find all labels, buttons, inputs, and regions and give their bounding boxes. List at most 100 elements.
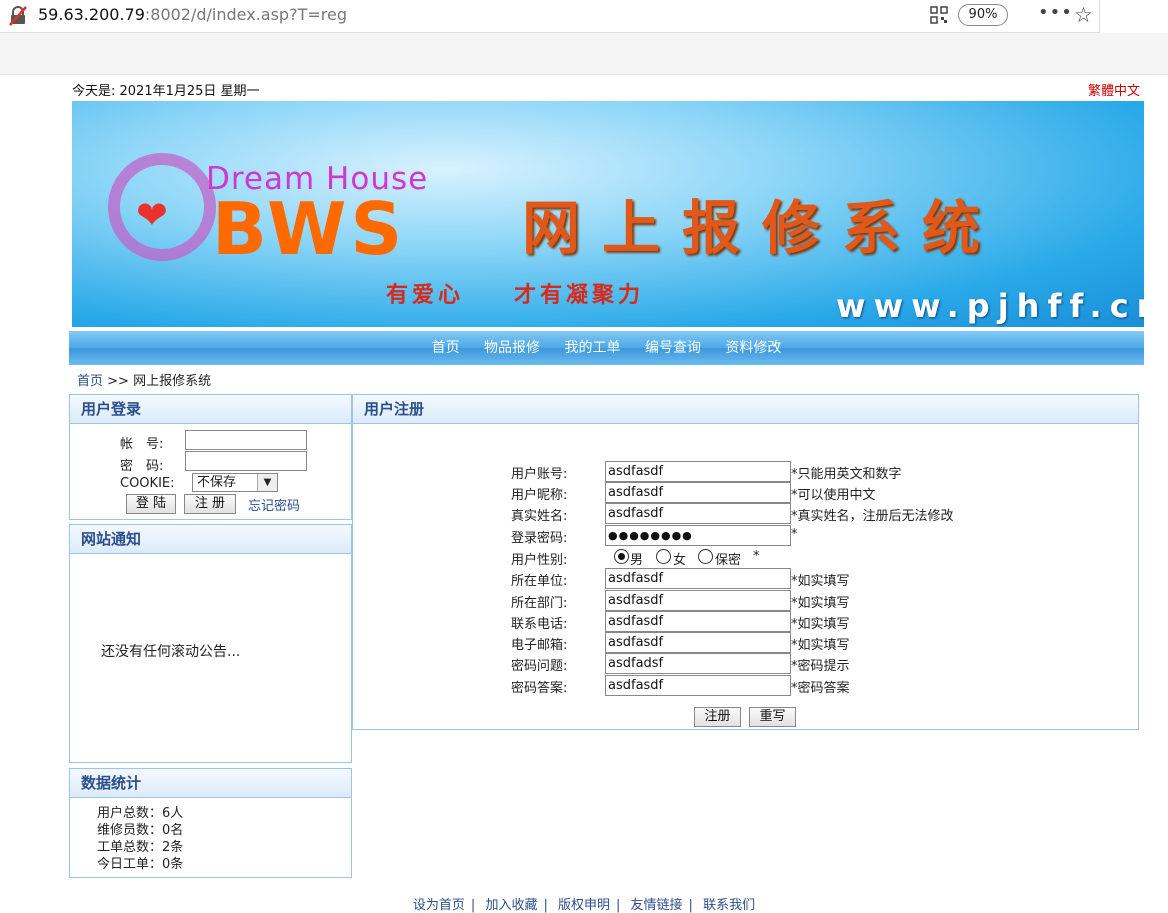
reg-row-unit: 所在单位: asdfasdf *如实填写 — [511, 568, 1111, 589]
account-field[interactable]: asdfasdf — [605, 461, 791, 482]
gender-required-mark: * — [753, 549, 760, 564]
footer-links: 设为首页 | 加入收藏 | 版权申明 | 友情链接 | 联系我们 — [0, 894, 1168, 913]
reg-label: 真实姓名: — [511, 509, 568, 524]
password-field[interactable]: ●●●●●●●● — [605, 525, 791, 546]
banner-title: 网上报修系统 — [522, 194, 1003, 262]
reg-hint: *如实填写 — [791, 596, 850, 611]
footer-separator: | — [688, 898, 693, 913]
reg-label: 用户昵称: — [511, 488, 568, 503]
reg-hint: * — [791, 527, 798, 542]
reg-row-phone: 联系电话: asdfasdf *如实填写 — [511, 611, 1111, 632]
reg-label: 登录密码: — [511, 531, 568, 546]
reg-row-realname: 真实姓名: asdfasdf *真实姓名，注册后无法修改 — [511, 503, 1111, 524]
forgot-password-link[interactable]: 忘记密码 — [248, 495, 300, 514]
more-menu-icon[interactable]: ••• — [1038, 2, 1073, 23]
footer-friend-links[interactable]: 友情链接 — [631, 898, 683, 913]
breadcrumb-home[interactable]: 首页 — [77, 374, 103, 389]
heart-logo-icon: ❤ — [136, 193, 168, 237]
browser-toolbar-strip — [0, 33, 1168, 75]
email-field[interactable]: asdfasdf — [605, 632, 791, 653]
footer-set-homepage[interactable]: 设为首页 — [413, 898, 465, 913]
reg-hint: *如实填写 — [791, 574, 850, 589]
gender-male-label: 男 — [630, 553, 644, 568]
stat-today-tickets: 今日工单：0条 — [97, 857, 184, 872]
zoom-level-badge[interactable]: 90% — [958, 4, 1008, 26]
footer-separator: | — [543, 898, 548, 913]
reg-label: 所在部门: — [511, 596, 568, 611]
nav-home[interactable]: 首页 — [432, 340, 460, 356]
qr-code-icon[interactable] — [930, 6, 948, 24]
footer-contact[interactable]: 联系我们 — [703, 898, 755, 913]
gender-radio-secret[interactable] — [698, 549, 713, 564]
stat-repairers: 维修员数：0名 — [97, 823, 184, 838]
department-field[interactable]: asdfasdf — [605, 590, 791, 611]
reg-row-question: 密码问题: asdfadsf *密码提示 — [511, 653, 1111, 674]
bookmark-star-icon[interactable]: ☆ — [1074, 3, 1093, 27]
breadcrumb-current: 网上报修系统 — [133, 374, 212, 389]
reset-button[interactable]: 重写 — [749, 707, 796, 727]
reg-label: 用户账号: — [511, 467, 568, 482]
nav-number-search[interactable]: 编号查询 — [645, 340, 701, 356]
reg-hint: *密码答案 — [791, 681, 850, 696]
password-input[interactable] — [185, 451, 307, 471]
cookie-select-value: 不保存 — [197, 475, 237, 490]
stats-list: 用户总数：6人 维修员数：0名 工单总数：2条 今日工单：0条 — [97, 805, 183, 873]
reg-hint: *密码提示 — [791, 659, 850, 674]
nickname-field[interactable]: asdfasdf — [605, 482, 791, 503]
reg-hint: *只能用英文和数字 — [791, 467, 902, 482]
reg-hint: *如实填写 — [791, 638, 850, 653]
login-panel: 用户登录 帐 号: 密 码: COOKIE: 不保存 ▼ 登 陆 注 册 忘记密… — [69, 394, 352, 520]
reg-row-password: 登录密码: ●●●●●●●● * — [511, 525, 1111, 546]
main-nav: 首页 物品报修 我的工单 编号查询 资料修改 — [69, 331, 1144, 365]
gender-label: 用户性别: — [511, 553, 568, 568]
breadcrumb: 首页 >> 网上报修系统 — [77, 370, 211, 389]
reg-row-answer: 密码答案: asdfasdf *密码答案 — [511, 675, 1111, 696]
reg-row-account: 用户账号: asdfasdf *只能用英文和数字 — [511, 461, 1111, 482]
notice-text: 还没有任何滚动公告... — [101, 644, 241, 660]
answer-field[interactable]: asdfasdf — [605, 675, 791, 696]
gender-secret-label: 保密 — [715, 553, 742, 568]
submit-register-button[interactable]: 注册 — [694, 707, 741, 727]
reg-label: 密码问题: — [511, 659, 568, 674]
cookie-label: COOKIE: — [120, 476, 175, 491]
brand-bws: BWS — [212, 187, 407, 271]
register-button[interactable]: 注 册 — [184, 494, 236, 514]
traditional-chinese-link[interactable]: 繁體中文 — [1088, 80, 1140, 99]
gender-female-label: 女 — [673, 553, 687, 568]
banner-slogan-left: 有爱心 — [386, 283, 465, 308]
question-field[interactable]: asdfadsf — [605, 653, 791, 674]
notice-panel-title: 网站通知 — [70, 525, 351, 554]
login-panel-title: 用户登录 — [70, 395, 351, 424]
register-panel: 用户注册 用户账号: asdfasdf *只能用英文和数字 用户昵称: asdf… — [352, 394, 1139, 730]
cookie-select[interactable]: 不保存 ▼ — [192, 473, 278, 492]
account-input[interactable] — [185, 430, 307, 450]
gender-radio-female[interactable] — [656, 549, 671, 564]
register-panel-title: 用户注册 — [353, 395, 1138, 424]
login-button[interactable]: 登 陆 — [126, 494, 176, 514]
footer-add-favorite[interactable]: 加入收藏 — [485, 898, 537, 913]
nav-my-tickets[interactable]: 我的工单 — [565, 340, 621, 356]
stat-total-users: 用户总数：6人 — [97, 806, 184, 821]
gender-radio-male[interactable] — [614, 549, 629, 564]
reg-label: 电子邮箱: — [511, 638, 568, 653]
footer-separator: | — [616, 898, 621, 913]
reg-row-nickname: 用户昵称: asdfasdf *可以使用中文 — [511, 482, 1111, 503]
unit-field[interactable]: asdfasdf — [605, 568, 791, 589]
realname-field[interactable]: asdfasdf — [605, 503, 791, 524]
nav-profile-edit[interactable]: 资料修改 — [725, 340, 781, 356]
footer-copyright[interactable]: 版权申明 — [558, 898, 610, 913]
footer-separator: | — [470, 898, 476, 913]
reg-row-department: 所在部门: asdfasdf *如实填写 — [511, 590, 1111, 611]
stat-total-tickets: 工单总数：2条 — [97, 840, 184, 855]
password-label: 密 码: — [120, 459, 164, 474]
phone-field[interactable]: asdfasdf — [605, 611, 791, 632]
nav-repair-request[interactable]: 物品报修 — [484, 340, 540, 356]
stats-panel: 数据统计 用户总数：6人 维修员数：0名 工单总数：2条 今日工单：0条 — [69, 768, 352, 878]
breadcrumb-separator: >> — [107, 374, 129, 389]
site-banner: ❤ Dream House BWS 网上报修系统 有爱心 才有凝聚力 www.p… — [72, 101, 1144, 327]
reg-hint: *可以使用中文 — [791, 488, 876, 503]
browser-address-bar: 59.63.200.79:8002/d/index.asp?T=reg 90% … — [0, 0, 1100, 33]
stats-panel-title: 数据统计 — [70, 769, 351, 798]
insecure-connection-icon[interactable] — [8, 6, 28, 26]
url-text[interactable]: 59.63.200.79:8002/d/index.asp?T=reg — [38, 5, 347, 24]
